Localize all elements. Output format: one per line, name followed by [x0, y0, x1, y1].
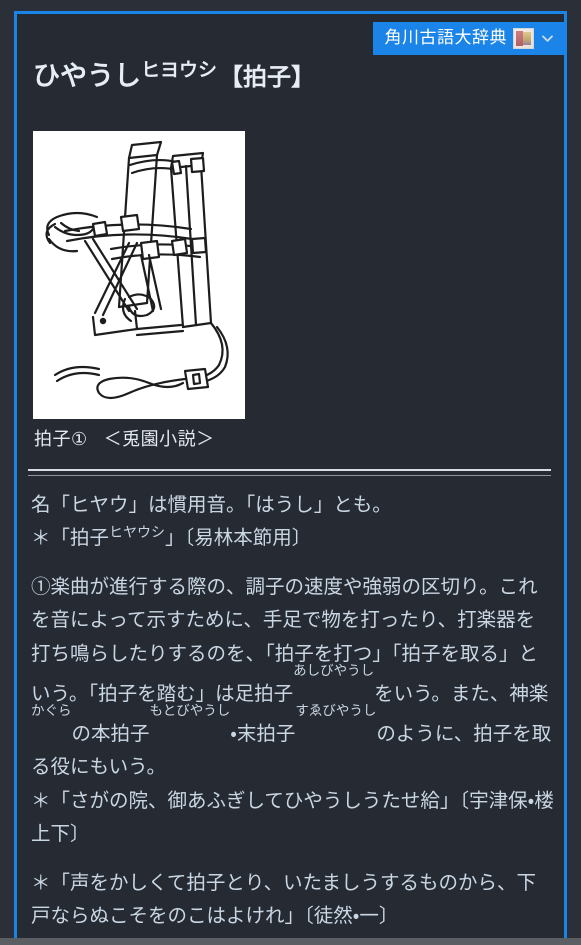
- citation-1-prefix: ＊「拍子: [31, 526, 110, 550]
- page-root: 角川古語大辞典 ひやうしヒヨウシ【拍子】 拍子① ＜兎園小説＞ 名「ヒヤウ」は慣…: [0, 0, 581, 945]
- dictionary-source-label: 角川古語大辞典: [384, 28, 507, 48]
- citation-line-1: ＊「拍子ヒヤウシ」〔易林本節用〕: [31, 521, 554, 555]
- headword-kana: ひやうし: [33, 61, 141, 93]
- ruby-text-4: すゑびやうし: [295, 702, 377, 719]
- usage-note-line: 名「ヒヤウ」は慣用音。「はうし」とも。: [31, 492, 392, 516]
- definition-text-part-3: の本拍子: [71, 721, 150, 745]
- citation-line-3: ＊「声をかしくて拍子とり、いたましうするものから、下戸ならぬこそをのこはよけれ」…: [31, 870, 537, 928]
- definition-marker: ①: [31, 574, 51, 598]
- hyoushi-clapper-line-drawing: [33, 131, 245, 420]
- ruby-motobyoushi: もとびやうし: [150, 703, 231, 745]
- chevron-down-icon[interactable]: [540, 31, 555, 46]
- bottom-strip: [0, 938, 581, 945]
- headword-kanji: 【拍子】: [219, 63, 316, 92]
- ruby-suebyoushi: すゑびやうし: [295, 703, 376, 745]
- headword-reading: ヒヨウシ: [141, 59, 218, 82]
- entry-body: 名「ヒヤウ」は慣用音。「はうし」とも。 ＊「拍子ヒヤウシ」〔易林本節用〕 ①楽曲…: [17, 476, 564, 933]
- definition-text-part-4: ・末拍子: [230, 721, 296, 745]
- citation-1-suffix: 」〔易林本節用〕: [165, 526, 312, 550]
- ruby-text-3: もとびやうし: [149, 702, 231, 719]
- citation-1-reading: ヒヤウシ: [109, 525, 166, 542]
- caption-source: ＜兎園小説＞: [103, 429, 215, 451]
- ruby-text-1: あしびやうし: [293, 662, 375, 679]
- illustration-block: 拍子① ＜兎園小説＞: [17, 110, 564, 451]
- definition-paragraph-1: ①楽曲が進行する際の、調子の速度や強弱の区切り。これを音によって示すために、手足…: [31, 555, 554, 784]
- section-divider: [28, 468, 551, 476]
- illustration-caption: 拍子① ＜兎園小説＞: [33, 428, 564, 451]
- ruby-ashibyoushi: あしびやうし: [293, 663, 374, 705]
- caption-term: 拍子①: [34, 429, 88, 451]
- citation-line-2: ＊「さがの院、御あふぎしてひやうしうたせ給」〔宇津保・楼上下〕: [31, 788, 554, 846]
- dictionary-entry-card: 角川古語大辞典 ひやうしヒヨウシ【拍子】 拍子① ＜兎園小説＞ 名「ヒヤウ」は慣…: [14, 11, 567, 938]
- ruby-kagura: かぐら: [31, 703, 72, 745]
- ruby-text-2: かぐら: [31, 702, 72, 719]
- dictionary-cover-thumbnail: [513, 28, 534, 49]
- dictionary-source-badge[interactable]: 角川古語大辞典: [372, 22, 564, 55]
- definition-text-part-2: をいう。また、神楽: [374, 681, 549, 705]
